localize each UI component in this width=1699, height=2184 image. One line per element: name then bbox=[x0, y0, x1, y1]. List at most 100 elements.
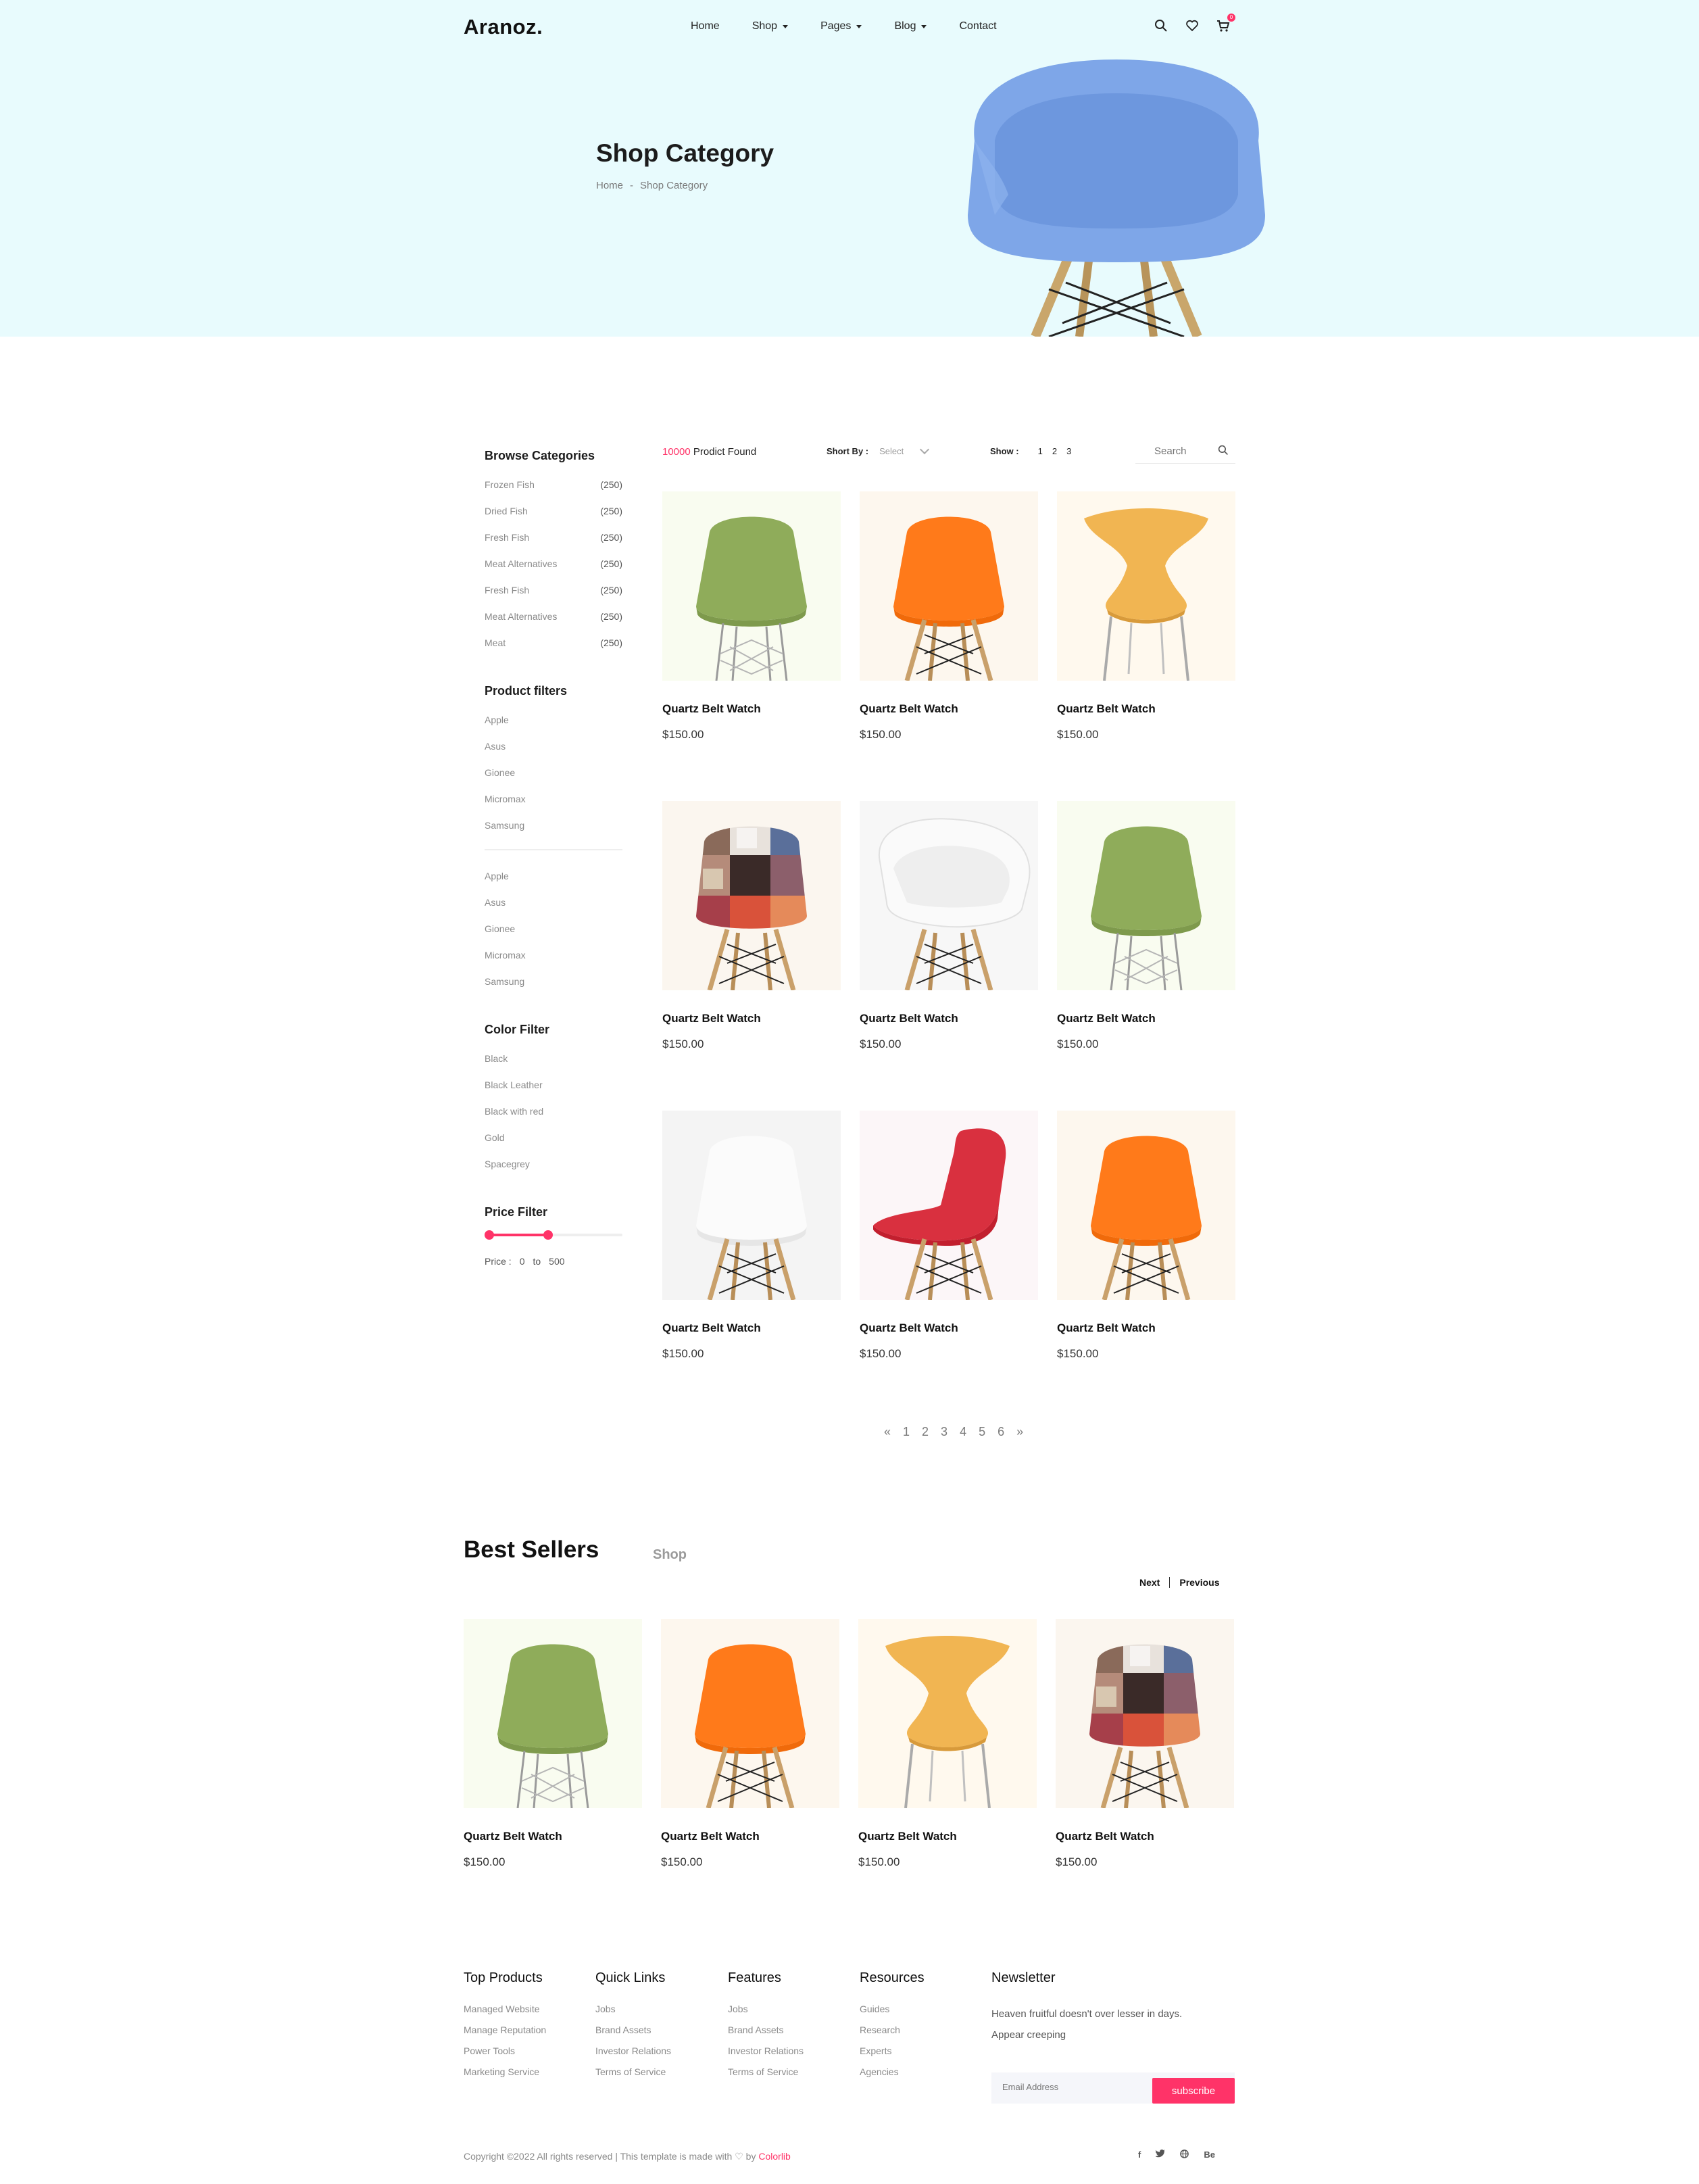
product-card[interactable]: Quartz Belt Watch $150.00 bbox=[1057, 801, 1235, 1111]
product-card[interactable]: Quartz Belt Watch $150.00 bbox=[464, 1619, 642, 1928]
pagination-page[interactable]: 4 bbox=[958, 1425, 968, 1439]
product-card[interactable]: Quartz Belt Watch $150.00 bbox=[662, 1111, 841, 1420]
product-image[interactable] bbox=[1057, 1111, 1235, 1300]
footer-link[interactable]: Terms of Service bbox=[595, 2066, 671, 2087]
product-name[interactable]: Quartz Belt Watch bbox=[1057, 1321, 1235, 1335]
price-range-slider[interactable] bbox=[485, 1229, 622, 1241]
product-name[interactable]: Quartz Belt Watch bbox=[662, 1012, 841, 1025]
brand-filter-item[interactable]: Asus bbox=[485, 741, 622, 767]
footer-link[interactable]: Terms of Service bbox=[728, 2066, 804, 2087]
category-item[interactable]: Fresh Fish (250) bbox=[485, 532, 622, 558]
product-card[interactable]: Quartz Belt Watch $150.00 bbox=[1056, 1619, 1234, 1928]
brand-filter-item[interactable]: Samsung bbox=[485, 976, 622, 1002]
footer-link[interactable]: Guides bbox=[860, 2004, 925, 2024]
brand-filter-item[interactable]: Micromax bbox=[485, 794, 622, 820]
twitter-icon[interactable] bbox=[1155, 2150, 1166, 2160]
product-name[interactable]: Quartz Belt Watch bbox=[661, 1830, 839, 1843]
footer-link[interactable]: Brand Assets bbox=[728, 2024, 804, 2045]
show-option[interactable]: 2 bbox=[1052, 446, 1057, 456]
category-item[interactable]: Dried Fish (250) bbox=[485, 506, 622, 532]
show-option[interactable]: 1 bbox=[1038, 446, 1043, 456]
category-item[interactable]: Fresh Fish (250) bbox=[485, 585, 622, 611]
cart-icon[interactable]: 0 bbox=[1216, 14, 1235, 32]
category-item[interactable]: Meat Alternatives (250) bbox=[485, 611, 622, 637]
footer-link[interactable]: Jobs bbox=[728, 2004, 804, 2024]
colorlib-link[interactable]: Colorlib bbox=[758, 2151, 790, 2162]
nav-home[interactable]: Home bbox=[691, 20, 720, 32]
product-card[interactable]: Quartz Belt Watch $150.00 bbox=[858, 1619, 1037, 1928]
footer-link[interactable]: Manage Reputation bbox=[464, 2024, 546, 2045]
footer-link[interactable]: Jobs bbox=[595, 2004, 671, 2024]
brand-filter-item[interactable]: Apple bbox=[485, 871, 622, 897]
heart-icon[interactable] bbox=[1185, 19, 1199, 32]
product-image[interactable] bbox=[662, 801, 841, 990]
footer-link[interactable]: Investor Relations bbox=[728, 2045, 804, 2066]
product-image[interactable] bbox=[1057, 491, 1235, 681]
footer-link[interactable]: Investor Relations bbox=[595, 2045, 671, 2066]
price-slider-max-handle[interactable] bbox=[543, 1230, 553, 1240]
pagination-next[interactable]: » bbox=[1015, 1425, 1025, 1439]
product-image[interactable] bbox=[860, 1111, 1038, 1300]
breadcrumb-home[interactable]: Home bbox=[596, 180, 623, 191]
brand-filter-item[interactable]: Asus bbox=[485, 897, 622, 923]
globe-icon[interactable] bbox=[1180, 2150, 1189, 2160]
show-option[interactable]: 3 bbox=[1066, 446, 1071, 456]
color-filter-item[interactable]: Black Leather bbox=[485, 1079, 622, 1106]
footer-link[interactable]: Brand Assets bbox=[595, 2024, 671, 2045]
product-name[interactable]: Quartz Belt Watch bbox=[860, 1321, 1038, 1335]
search-icon[interactable] bbox=[1218, 445, 1229, 458]
product-image[interactable] bbox=[858, 1619, 1037, 1808]
category-item[interactable]: Frozen Fish (250) bbox=[485, 479, 622, 506]
product-card[interactable]: Quartz Belt Watch $150.00 bbox=[860, 1111, 1038, 1420]
product-name[interactable]: Quartz Belt Watch bbox=[1056, 1830, 1234, 1843]
footer-link[interactable]: Marketing Service bbox=[464, 2066, 546, 2087]
color-filter-item[interactable]: Spacegrey bbox=[485, 1159, 622, 1185]
footer-link[interactable]: Experts bbox=[860, 2045, 925, 2066]
pagination-page[interactable]: 3 bbox=[939, 1425, 949, 1439]
email-field[interactable] bbox=[1002, 2082, 1137, 2092]
nav-shop[interactable]: Shop bbox=[752, 20, 789, 32]
product-name[interactable]: Quartz Belt Watch bbox=[1057, 1012, 1235, 1025]
product-name[interactable]: Quartz Belt Watch bbox=[858, 1830, 1037, 1843]
nav-blog[interactable]: Blog bbox=[894, 20, 927, 32]
product-image[interactable] bbox=[662, 491, 841, 681]
footer-link[interactable]: Agencies bbox=[860, 2066, 925, 2087]
product-name[interactable]: Quartz Belt Watch bbox=[860, 702, 1038, 716]
site-logo[interactable]: Aranoz. bbox=[464, 15, 543, 39]
search-input[interactable] bbox=[1154, 445, 1208, 457]
carousel-next-button[interactable]: Next bbox=[1139, 1577, 1160, 1588]
facebook-icon[interactable]: f bbox=[1138, 2150, 1141, 2160]
category-item[interactable]: Meat Alternatives (250) bbox=[485, 558, 622, 585]
product-name[interactable]: Quartz Belt Watch bbox=[662, 1321, 841, 1335]
product-card[interactable]: Quartz Belt Watch $150.00 bbox=[662, 491, 841, 801]
brand-filter-item[interactable]: Samsung bbox=[485, 820, 622, 846]
product-image[interactable] bbox=[860, 491, 1038, 681]
pagination-page[interactable]: 5 bbox=[977, 1425, 987, 1439]
carousel-previous-button[interactable]: Previous bbox=[1179, 1577, 1219, 1588]
brand-filter-item[interactable]: Gionee bbox=[485, 767, 622, 794]
footer-link[interactable]: Managed Website bbox=[464, 2004, 546, 2024]
product-card[interactable]: Quartz Belt Watch $150.00 bbox=[1057, 491, 1235, 801]
product-name[interactable]: Quartz Belt Watch bbox=[464, 1830, 642, 1843]
nav-pages[interactable]: Pages bbox=[820, 20, 862, 32]
product-card[interactable]: Quartz Belt Watch $150.00 bbox=[661, 1619, 839, 1928]
search-icon[interactable] bbox=[1154, 19, 1168, 32]
product-image[interactable] bbox=[464, 1619, 642, 1808]
pagination-page[interactable]: 1 bbox=[902, 1425, 911, 1439]
product-image[interactable] bbox=[661, 1619, 839, 1808]
subscribe-button[interactable]: subscribe bbox=[1152, 2078, 1235, 2104]
brand-filter-item[interactable]: Apple bbox=[485, 714, 622, 741]
product-image[interactable] bbox=[1057, 801, 1235, 990]
product-card[interactable]: Quartz Belt Watch $150.00 bbox=[1057, 1111, 1235, 1420]
product-card[interactable]: Quartz Belt Watch $150.00 bbox=[860, 491, 1038, 801]
color-filter-item[interactable]: Black bbox=[485, 1053, 622, 1079]
product-image[interactable] bbox=[662, 1111, 841, 1300]
pagination-page[interactable]: 2 bbox=[920, 1425, 930, 1439]
product-image[interactable] bbox=[1056, 1619, 1234, 1808]
sort-select[interactable]: Short By : Select bbox=[827, 444, 930, 456]
product-image[interactable] bbox=[860, 801, 1038, 990]
category-item[interactable]: Meat (250) bbox=[485, 637, 622, 664]
footer-link[interactable]: Power Tools bbox=[464, 2045, 546, 2066]
pagination-prev[interactable]: « bbox=[883, 1425, 892, 1439]
brand-filter-item[interactable]: Gionee bbox=[485, 923, 622, 950]
